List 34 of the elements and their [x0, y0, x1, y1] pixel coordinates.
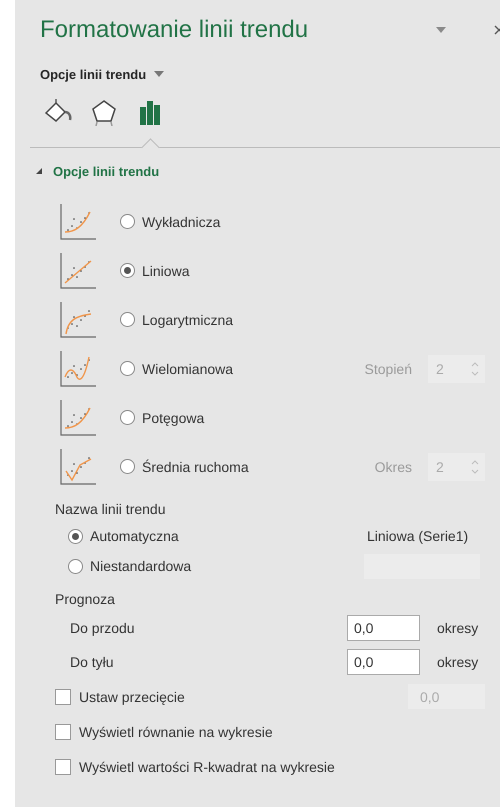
- display-checkbox[interactable]: Wyświetl równanie na wykresie: [55, 724, 273, 740]
- name-option-radio[interactable]: Niestandardowa: [68, 558, 192, 574]
- collapse-triangle-icon: [35, 167, 43, 175]
- name-option-radio[interactable]: Automatyczna: [68, 528, 179, 544]
- forecast-label: Do przodu: [70, 620, 135, 636]
- forecast-field[interactable]: 0,0: [347, 649, 420, 675]
- unit-label: okresy: [437, 654, 480, 670]
- group-label: Prognoza: [55, 590, 116, 609]
- group-label: Nazwa linii trendu: [55, 500, 166, 519]
- trend-type-radio[interactable]: Średnia ruchoma: [120, 458, 249, 474]
- trendline-chart-icon: [60, 302, 96, 338]
- trend-type-radio[interactable]: Wykładnicza: [120, 214, 220, 230]
- close-icon[interactable]: [494, 25, 500, 35]
- trend-type-radio[interactable]: Potęgowa: [120, 410, 204, 426]
- options-dropdown[interactable]: Opcje linii trendu: [40, 63, 164, 85]
- pane-title: Formatowanie linii trendu: [40, 16, 310, 44]
- auto-name-text: Liniowa (Serie1): [367, 528, 470, 544]
- display-checkbox[interactable]: Wyświetl wartości R-kwadrat na wykresie: [55, 758, 335, 774]
- trendline-chart-icon: [60, 252, 96, 288]
- trend-type-radio[interactable]: Wielomianowa: [120, 360, 234, 376]
- caret-icon: [154, 71, 164, 77]
- trendline-chart-icon: [60, 350, 96, 386]
- trendline-chart-icon: [60, 400, 96, 436]
- trend-type-radio[interactable]: Logarytmiczna: [120, 312, 234, 328]
- trendline-chart-icon: [60, 204, 96, 240]
- forecast-field[interactable]: 0,0: [347, 615, 420, 641]
- section-header[interactable]: Opcje linii trendu: [35, 159, 160, 183]
- forecast-label: Do tyłu: [70, 654, 114, 670]
- option-label: Okres: [374, 458, 412, 474]
- dropdown-arrow-icon[interactable]: [436, 27, 446, 33]
- trendline-chart-icon: [60, 448, 96, 484]
- trend-type-radio[interactable]: Liniowa: [120, 262, 190, 278]
- option-label: Stopień: [364, 360, 412, 376]
- unit-label: okresy: [437, 620, 480, 636]
